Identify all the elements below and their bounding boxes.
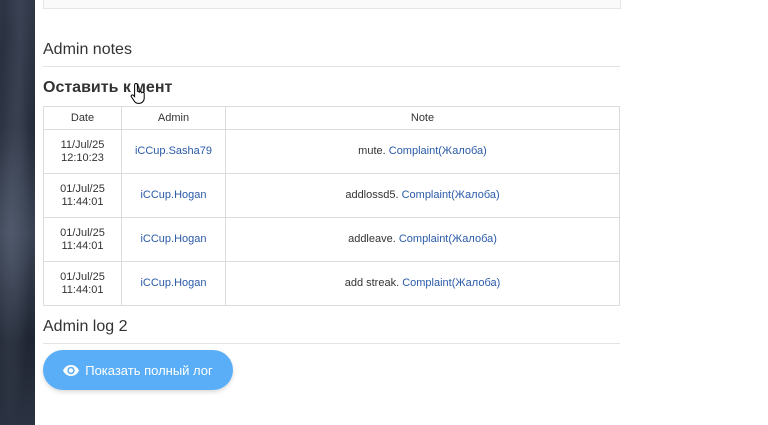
admin-notes-title: Admin notes xyxy=(43,41,620,67)
note-text: mute. xyxy=(358,145,389,157)
note-cell: addlossd5. Complaint(Жалоба) xyxy=(225,173,620,218)
time-text: 11:44:01 xyxy=(61,195,104,208)
table-row: 11/Jul/25 12:10:23 iCCup.Sasha79 mute. Co… xyxy=(43,129,620,174)
note-cell: mute. Complaint(Жалоба) xyxy=(225,129,620,174)
top-panel xyxy=(43,0,621,9)
admin-cell: iCCup.Hogan xyxy=(121,173,226,218)
date-text: 11/Jul/25 xyxy=(60,138,105,151)
admin-notes-table: Date Admin Note 11/Jul/25 12:10:23 iCCup.… xyxy=(43,106,620,306)
admin-link[interactable]: iCCup.Sasha79 xyxy=(135,145,212,157)
table-row: 01/Jul/25 11:44:01 iCCup.Hogan addleave. … xyxy=(43,217,620,262)
time-text: 11:44:01 xyxy=(61,239,104,252)
time-text: 12:10:23 xyxy=(61,151,104,164)
date-text: 01/Jul/25 xyxy=(60,270,105,283)
table-row: 01/Jul/25 11:44:01 iCCup.Hogan addlossd5.… xyxy=(43,173,620,218)
eye-icon xyxy=(63,364,80,376)
admin-link[interactable]: iCCup.Hogan xyxy=(140,277,206,289)
time-text: 11:44:01 xyxy=(61,283,104,296)
note-text: add streak. xyxy=(344,277,403,289)
admin-cell: iCCup.Hogan xyxy=(121,261,226,306)
hand-cursor-icon xyxy=(130,82,148,109)
complaint-link[interactable]: Complaint(Жалоба) xyxy=(402,277,500,289)
admin-cell: iCCup.Hogan xyxy=(121,217,226,262)
admin-link[interactable]: iCCup.Hogan xyxy=(140,233,206,245)
date-text: 01/Jul/25 xyxy=(60,182,105,195)
date-cell: 01/Jul/25 11:44:01 xyxy=(43,261,122,306)
admin-log-title: Admin log 2 xyxy=(43,318,620,344)
complaint-link[interactable]: Complaint(Жалоба) xyxy=(389,145,487,157)
note-text: addlossd5. xyxy=(345,189,402,201)
note-cell: add streak. Complaint(Жалоба) xyxy=(225,261,620,306)
table-row: 01/Jul/25 11:44:01 iCCup.Hogan add streak… xyxy=(43,261,620,306)
date-cell: 01/Jul/25 11:44:01 xyxy=(43,217,122,262)
admin-link[interactable]: iCCup.Hogan xyxy=(140,189,206,201)
show-full-log-button[interactable]: Показать полный лог xyxy=(43,350,233,390)
complaint-link[interactable]: Complaint(Жалоба) xyxy=(402,189,500,201)
admin-cell: iCCup.Sasha79 xyxy=(121,129,226,174)
date-cell: 11/Jul/25 12:10:23 xyxy=(43,129,122,174)
leave-comment-title: Оставить к мент xyxy=(43,79,173,96)
date-text: 01/Jul/25 xyxy=(60,226,105,239)
complaint-link[interactable]: Complaint(Жалоба) xyxy=(399,233,497,245)
header-admin: Admin xyxy=(121,106,226,130)
background-artwork xyxy=(0,0,35,425)
header-date: Date xyxy=(43,106,122,130)
header-note: Note xyxy=(225,106,620,130)
show-full-log-label: Показать полный лог xyxy=(85,362,213,378)
table-header-row: Date Admin Note xyxy=(43,106,620,130)
note-text: addleave. xyxy=(348,233,399,245)
date-cell: 01/Jul/25 11:44:01 xyxy=(43,173,122,218)
note-cell: addleave. Complaint(Жалоба) xyxy=(225,217,620,262)
